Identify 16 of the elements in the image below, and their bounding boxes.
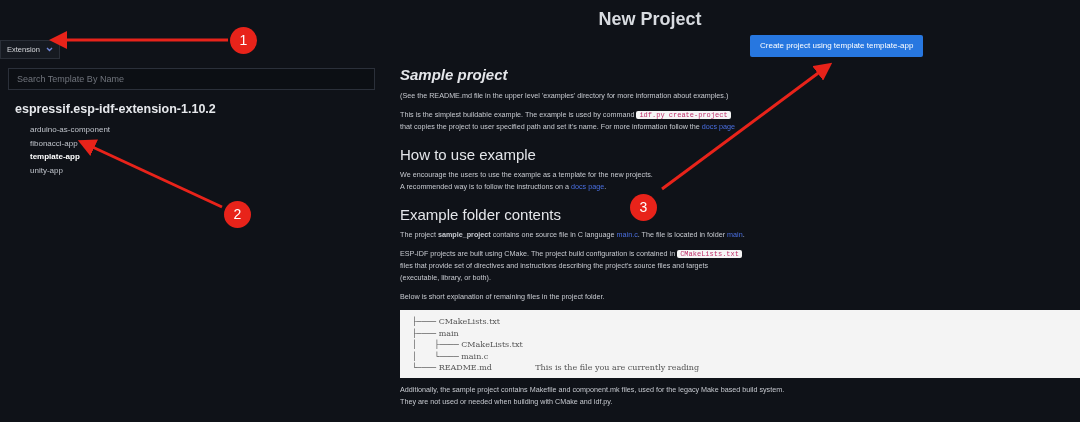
section-heading: Sample project <box>400 65 508 85</box>
group-title: espressif.esp-idf-extension-1.10.2 <box>15 101 217 119</box>
annotation-marker: 3 <box>630 194 657 221</box>
create-project-button[interactable]: Create project using template template-app <box>750 35 924 57</box>
template-item[interactable]: template-app <box>0 150 376 164</box>
template-item[interactable]: fibonacci-app <box>0 136 376 150</box>
section-heading: Example folder contents <box>400 205 561 225</box>
section-heading: How to use example <box>400 145 536 165</box>
page-title: New Project <box>597 8 703 30</box>
template-item[interactable]: arduino-as-component <box>0 123 376 137</box>
template-item[interactable]: unity-app <box>0 163 376 177</box>
search-field[interactable]: Search Template By Name <box>8 68 375 91</box>
annotation-marker: 2 <box>224 201 251 228</box>
annotation-marker: 1 <box>230 27 257 54</box>
code-block: ├──── CMakeLists.txt ├──── main │ ├──── CMakeLists.txt │ └──── main.c └──── README.md This is the file you are currently reading <box>400 310 1080 378</box>
chevron-down-icon <box>45 47 53 53</box>
